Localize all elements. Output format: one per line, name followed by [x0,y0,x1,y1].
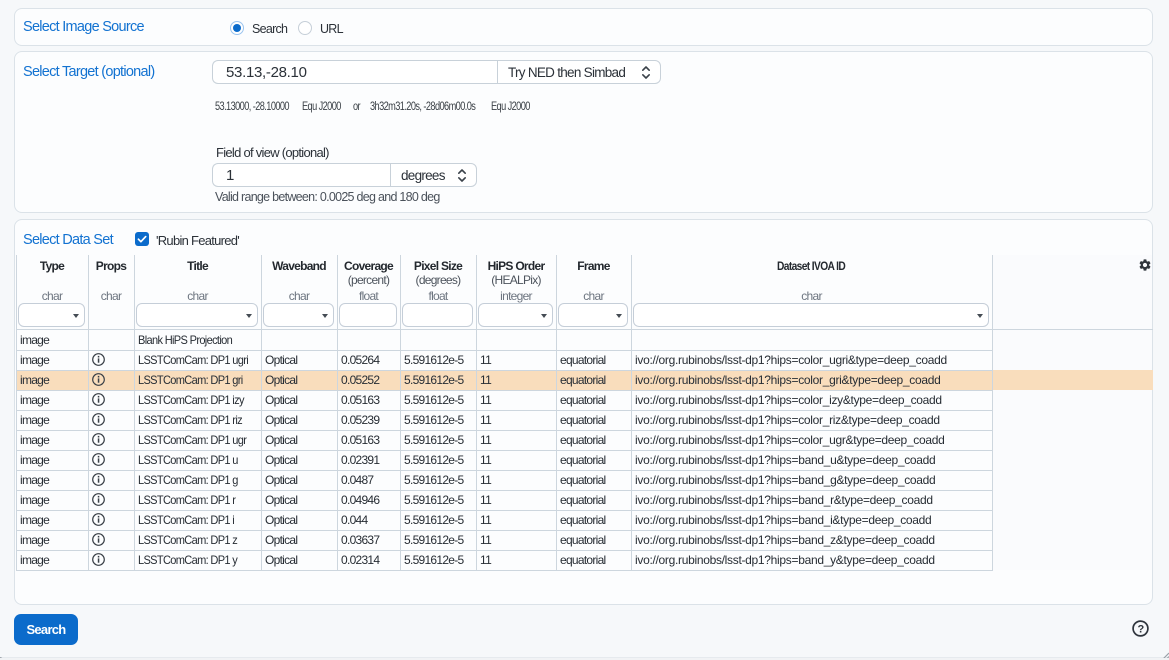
svg-text:?: ? [1138,623,1145,635]
